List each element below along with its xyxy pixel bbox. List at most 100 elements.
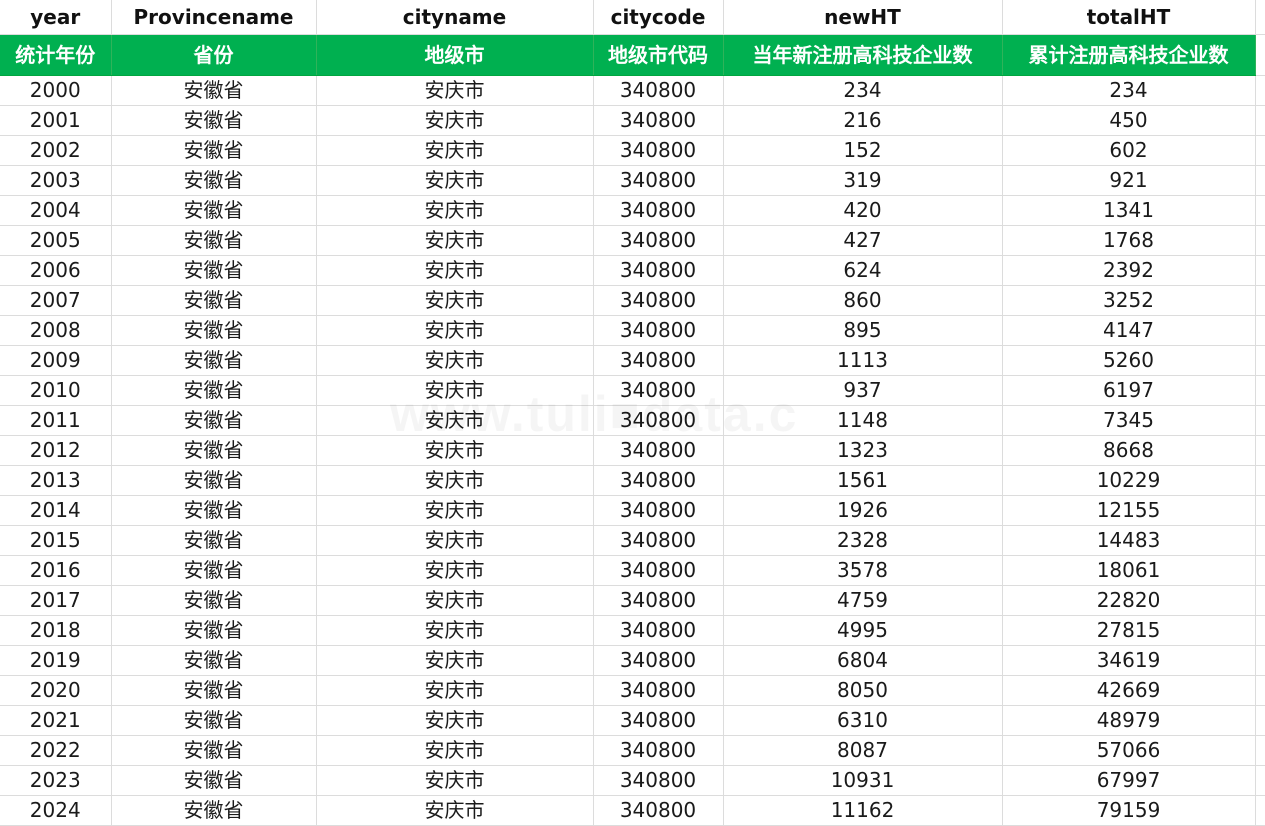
cell-province[interactable]: 安徽省 xyxy=(111,705,317,736)
cell-newht[interactable]: 1561 xyxy=(723,465,1003,496)
cell-newht[interactable]: 216 xyxy=(723,105,1003,136)
cell-totalht[interactable]: 12155 xyxy=(1002,495,1256,526)
cell-newht[interactable]: 8087 xyxy=(723,735,1003,766)
cell-city[interactable]: 安庆市 xyxy=(316,165,594,196)
cell-newht[interactable]: 624 xyxy=(723,255,1003,286)
cell-city[interactable]: 安庆市 xyxy=(316,105,594,136)
cell-province[interactable]: 安徽省 xyxy=(111,225,317,256)
cell-province[interactable]: 安徽省 xyxy=(111,675,317,706)
cell-citycode[interactable]: 340800 xyxy=(593,705,724,736)
cell-city[interactable]: 安庆市 xyxy=(316,495,594,526)
empty-cell[interactable] xyxy=(1255,465,1265,496)
empty-cell[interactable] xyxy=(1255,645,1265,676)
cell-newht[interactable]: 6804 xyxy=(723,645,1003,676)
cell-city[interactable]: 安庆市 xyxy=(316,585,594,616)
cell-newht[interactable]: 420 xyxy=(723,195,1003,226)
header-cell-totalht[interactable]: totalHT xyxy=(1002,0,1256,35)
cell-newht[interactable]: 895 xyxy=(723,315,1003,346)
cell-province[interactable]: 安徽省 xyxy=(111,375,317,406)
cell-city[interactable]: 安庆市 xyxy=(316,285,594,316)
cell-newht[interactable]: 1113 xyxy=(723,345,1003,376)
cell-year[interactable]: 2017 xyxy=(0,585,112,616)
cell-newht[interactable]: 2328 xyxy=(723,525,1003,556)
cell-province[interactable]: 安徽省 xyxy=(111,105,317,136)
cell-province[interactable]: 安徽省 xyxy=(111,795,317,826)
cell-newht[interactable]: 3578 xyxy=(723,555,1003,586)
cell-citycode[interactable]: 340800 xyxy=(593,195,724,226)
cell-citycode[interactable]: 340800 xyxy=(593,105,724,136)
empty-cell[interactable] xyxy=(1255,735,1265,766)
cell-province[interactable]: 安徽省 xyxy=(111,615,317,646)
cell-province[interactable]: 安徽省 xyxy=(111,75,317,106)
empty-cell[interactable] xyxy=(1255,315,1265,346)
cell-newht[interactable]: 4759 xyxy=(723,585,1003,616)
cell-newht[interactable]: 937 xyxy=(723,375,1003,406)
header-cell-cn-newht[interactable]: 当年新注册高科技企业数 xyxy=(723,34,1003,76)
cell-year[interactable]: 2016 xyxy=(0,555,112,586)
empty-cell[interactable] xyxy=(1255,705,1265,736)
cell-province[interactable]: 安徽省 xyxy=(111,525,317,556)
cell-totalht[interactable]: 57066 xyxy=(1002,735,1256,766)
cell-newht[interactable]: 427 xyxy=(723,225,1003,256)
cell-totalht[interactable]: 18061 xyxy=(1002,555,1256,586)
cell-year[interactable]: 2021 xyxy=(0,705,112,736)
empty-cell[interactable] xyxy=(1255,585,1265,616)
cell-citycode[interactable]: 340800 xyxy=(593,285,724,316)
empty-cell[interactable] xyxy=(1255,675,1265,706)
cell-citycode[interactable]: 340800 xyxy=(593,675,724,706)
cell-totalht[interactable]: 2392 xyxy=(1002,255,1256,286)
cell-city[interactable]: 安庆市 xyxy=(316,615,594,646)
empty-cell[interactable] xyxy=(1255,615,1265,646)
cell-year[interactable]: 2009 xyxy=(0,345,112,376)
cell-totalht[interactable]: 27815 xyxy=(1002,615,1256,646)
cell-newht[interactable]: 152 xyxy=(723,135,1003,166)
empty-cell[interactable] xyxy=(1255,375,1265,406)
cell-newht[interactable]: 1926 xyxy=(723,495,1003,526)
header-cell-cityname[interactable]: cityname xyxy=(316,0,594,35)
cell-year[interactable]: 2019 xyxy=(0,645,112,676)
cell-city[interactable]: 安庆市 xyxy=(316,705,594,736)
cell-citycode[interactable]: 340800 xyxy=(593,165,724,196)
cell-totalht[interactable]: 234 xyxy=(1002,75,1256,106)
cell-citycode[interactable]: 340800 xyxy=(593,135,724,166)
cell-city[interactable]: 安庆市 xyxy=(316,135,594,166)
cell-city[interactable]: 安庆市 xyxy=(316,795,594,826)
cell-year[interactable]: 2015 xyxy=(0,525,112,556)
cell-city[interactable]: 安庆市 xyxy=(316,525,594,556)
cell-citycode[interactable]: 340800 xyxy=(593,435,724,466)
cell-city[interactable]: 安庆市 xyxy=(316,675,594,706)
cell-city[interactable]: 安庆市 xyxy=(316,765,594,796)
cell-newht[interactable]: 8050 xyxy=(723,675,1003,706)
cell-province[interactable]: 安徽省 xyxy=(111,585,317,616)
cell-city[interactable]: 安庆市 xyxy=(316,405,594,436)
cell-year[interactable]: 2006 xyxy=(0,255,112,286)
cell-totalht[interactable]: 1768 xyxy=(1002,225,1256,256)
header-cell-year[interactable]: year xyxy=(0,0,112,35)
cell-year[interactable]: 2003 xyxy=(0,165,112,196)
empty-cell[interactable] xyxy=(1255,435,1265,466)
cell-province[interactable]: 安徽省 xyxy=(111,165,317,196)
cell-citycode[interactable]: 340800 xyxy=(593,495,724,526)
empty-cell[interactable] xyxy=(1255,285,1265,316)
cell-totalht[interactable]: 921 xyxy=(1002,165,1256,196)
cell-city[interactable]: 安庆市 xyxy=(316,375,594,406)
cell-totalht[interactable]: 6197 xyxy=(1002,375,1256,406)
cell-province[interactable]: 安徽省 xyxy=(111,735,317,766)
cell-city[interactable]: 安庆市 xyxy=(316,555,594,586)
cell-totalht[interactable]: 22820 xyxy=(1002,585,1256,616)
cell-year[interactable]: 2010 xyxy=(0,375,112,406)
cell-year[interactable]: 2012 xyxy=(0,435,112,466)
cell-province[interactable]: 安徽省 xyxy=(111,195,317,226)
cell-year[interactable]: 2018 xyxy=(0,615,112,646)
header-cell-citycode[interactable]: citycode xyxy=(593,0,724,35)
cell-province[interactable]: 安徽省 xyxy=(111,465,317,496)
empty-cell[interactable] xyxy=(1255,495,1265,526)
empty-cell[interactable] xyxy=(1255,34,1265,76)
cell-totalht[interactable]: 8668 xyxy=(1002,435,1256,466)
cell-year[interactable]: 2008 xyxy=(0,315,112,346)
header-cell-newht[interactable]: newHT xyxy=(723,0,1003,35)
cell-citycode[interactable]: 340800 xyxy=(593,225,724,256)
cell-citycode[interactable]: 340800 xyxy=(593,765,724,796)
cell-totalht[interactable]: 34619 xyxy=(1002,645,1256,676)
cell-citycode[interactable]: 340800 xyxy=(593,525,724,556)
